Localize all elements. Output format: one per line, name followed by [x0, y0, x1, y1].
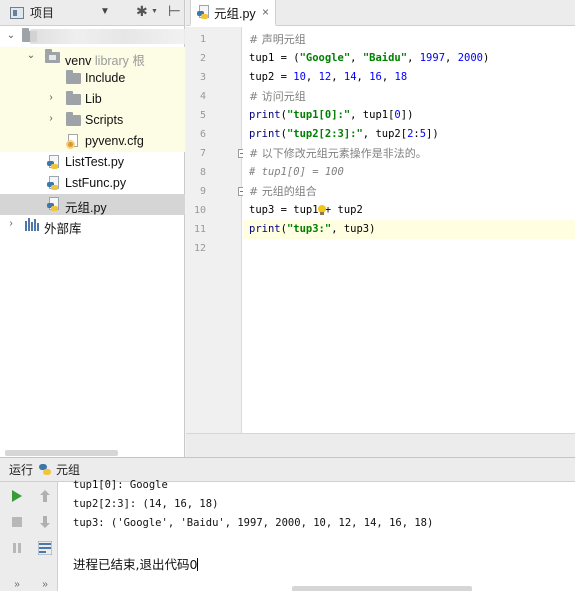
python-file-icon [47, 197, 63, 211]
line-number: 7 [199, 148, 206, 159]
tree-item-label: ListTest.py [65, 155, 125, 169]
expand-toolbar-icon[interactable]: » [37, 576, 53, 591]
chevron-right-icon[interactable]: › [46, 113, 56, 124]
tree-item-pyvenv-cfg[interactable]: pyvenv.cfg [0, 131, 185, 152]
code-line-8: # tup1[0] = 100 [249, 166, 344, 178]
console-output-line: tup3: ('Google', 'Baidu', 1997, 2000, 10… [73, 517, 434, 529]
code-line-2: tup1 = ("Google", "Baidu", 1997, 2000) [249, 52, 490, 64]
line-number: 6 [199, 129, 206, 140]
tree-item-lstfunc[interactable]: LstFunc.py [0, 173, 185, 194]
tree-item-label: Lib [85, 92, 102, 106]
expand-toolbar-icon[interactable]: » [9, 576, 25, 591]
line-number: 2 [199, 53, 206, 64]
folder-icon [66, 91, 82, 106]
code-line-4: # 访问元组 [249, 90, 306, 103]
line-number: 11 [193, 224, 206, 235]
code-line-1: # 声明元组 [249, 33, 306, 46]
line-number: 5 [199, 110, 206, 121]
editor-tab-bar: 元组.py × [186, 0, 575, 26]
tree-item-label: pyvenv.cfg [85, 134, 144, 148]
stop-icon[interactable] [9, 514, 25, 530]
python-file-icon [197, 4, 210, 20]
python-file-icon [47, 155, 63, 169]
soft-wrap-icon[interactable] [37, 540, 53, 556]
gear-dropdown-icon[interactable]: ▼ [151, 8, 158, 15]
line-number: 10 [193, 205, 206, 216]
text-caret [197, 558, 199, 571]
tab-label: 元组.py [214, 6, 256, 21]
line-number-gutter: 1 2 3 4 5 6 7 8 9 10 11 12 [186, 27, 247, 433]
redacted-project-path [30, 29, 188, 44]
run-panel: 运行 元组 » » tup1[0]: Google tup2[2:3]: (14 [0, 457, 575, 591]
code-area[interactable]: # 声明元组 tup1 = ("Google", "Baidu", 1997, … [243, 27, 575, 433]
tree-item-scripts[interactable]: › Scripts [0, 110, 185, 131]
console-output-line: tup2[2:3]: (14, 16, 18) [73, 498, 219, 510]
run-console[interactable]: tup1[0]: Google tup2[2:3]: (14, 16, 18) … [59, 479, 575, 591]
line-number: 4 [199, 91, 206, 102]
run-label: 运行 [9, 463, 34, 477]
view-dropdown-icon[interactable]: ▼ [100, 6, 110, 17]
tree-item-label: 外部库 [44, 222, 82, 236]
tree-item-lib[interactable]: › Lib [0, 89, 185, 110]
editor-panel: 元组.py × 1 2 3 4 5 6 7 8 9 10 11 12 # 声明元… [186, 0, 575, 457]
tree-item-label: venv library 根 [65, 54, 145, 68]
tree-item-label: LstFunc.py [65, 176, 127, 190]
project-panel: 项目 ▼ ✱ ▼ ⊢ ⌄ ⌄ venv library 根 Include › … [0, 0, 188, 457]
folder-icon [45, 49, 61, 64]
code-line-11: print("tup3:", tup3) [243, 220, 575, 239]
line-number: 9 [199, 186, 206, 197]
tab-yuanzu-py[interactable]: 元组.py × [190, 0, 276, 26]
tree-item-external-libraries[interactable]: › 外部库 [0, 215, 185, 236]
chevron-down-icon[interactable]: ⌄ [26, 50, 36, 61]
config-file-icon [66, 134, 82, 149]
code-line-7: # 以下修改元组元素操作是非法的。 [249, 147, 427, 160]
line-number: 12 [193, 243, 206, 254]
external-libraries-icon [25, 218, 41, 232]
project-horizontal-scrollbar[interactable] [5, 450, 118, 456]
line-number: 1 [199, 34, 206, 45]
lightbulb-icon[interactable] [317, 205, 327, 216]
tree-item-label: Scripts [85, 113, 124, 127]
line-number: 3 [199, 72, 206, 83]
tree-item-root[interactable]: ⌄ [0, 26, 188, 47]
gear-icon[interactable]: ✱ [136, 3, 148, 20]
code-line-6: print("tup2[2:3]:", tup2[2:5]) [249, 128, 439, 140]
chevron-right-icon[interactable]: › [46, 92, 56, 103]
library-root-label: library 根 [94, 54, 145, 68]
chevron-right-icon[interactable]: › [6, 218, 16, 229]
line-number: 8 [199, 167, 206, 178]
python-run-config-icon [39, 463, 52, 476]
process-exit-message: 进程已结束,退出代码0 [73, 557, 199, 572]
project-icon [10, 6, 24, 19]
rerun-icon[interactable] [9, 488, 25, 504]
code-line-9: # 元组的组合 [249, 185, 317, 198]
run-toolbar: » » [0, 482, 58, 591]
project-panel-header: 项目 ▼ ✱ ▼ ⊢ [0, 0, 184, 26]
tree-item-include[interactable]: Include [0, 68, 185, 89]
down-arrow-icon[interactable] [37, 514, 53, 530]
code-line-3: tup2 = 10, 12, 14, 16, 18 [249, 71, 408, 83]
tree-item-yuanzu[interactable]: 元组.py [0, 194, 185, 215]
tree-item-label: 元组.py [65, 201, 107, 215]
code-line-10: tup3 = tup1 + tup2 [249, 204, 363, 216]
console-output-line: tup1[0]: Google [73, 479, 168, 491]
folder-icon [66, 70, 82, 85]
folder-icon [66, 112, 82, 127]
pause-icon[interactable] [9, 540, 25, 556]
tree-item-venv[interactable]: ⌄ venv library 根 [0, 47, 185, 68]
run-config-name[interactable]: 元组 [56, 461, 80, 478]
close-icon[interactable]: × [262, 5, 269, 19]
chevron-down-icon[interactable]: ⌄ [6, 30, 16, 41]
python-file-icon [47, 176, 63, 190]
tree-item-label: Include [85, 71, 126, 85]
console-horizontal-scrollbar[interactable] [292, 586, 472, 591]
editor-status-strip [186, 433, 575, 457]
code-line-5: print("tup1[0]:", tup1[0]) [249, 109, 414, 121]
tree-item-listtest[interactable]: ListTest.py [0, 152, 185, 173]
up-arrow-icon[interactable] [37, 488, 53, 504]
project-panel-title: 项目 [30, 6, 55, 20]
hide-panel-icon[interactable]: ⊢ [168, 2, 181, 20]
